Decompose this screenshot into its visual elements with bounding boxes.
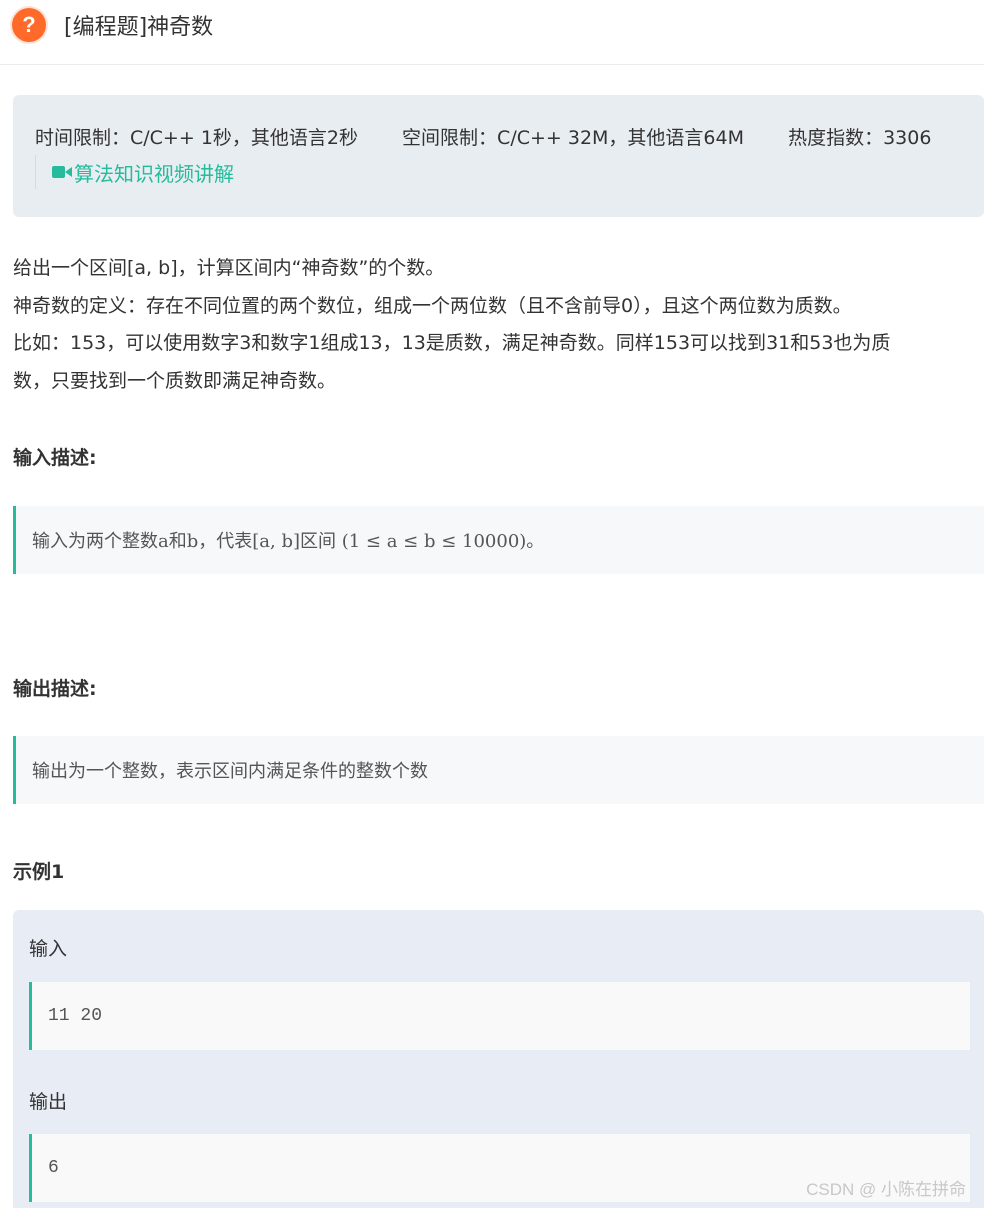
output-description-title: 输出描述:	[13, 678, 97, 700]
problem-description: 给出一个区间[a, b]，计算区间内“神奇数”的个数。 神奇数的定义：存在不同位…	[13, 250, 973, 400]
video-link-label[interactable]: 算法知识视频讲解	[74, 158, 234, 187]
problem-header: ? [编程题]神奇数	[0, 0, 984, 65]
heat-index: 热度指数：3306	[788, 127, 932, 149]
limits-line: 时间限制：C/C++ 1秒，其他语言2秒 空间限制：C/C++ 32M，其他语言…	[35, 123, 931, 150]
example-input-label: 输入	[29, 938, 68, 960]
csdn-watermark: CSDN @ 小陈在拼命	[806, 1180, 966, 1199]
question-icon: ?	[12, 8, 46, 42]
input-description-title: 输入描述:	[13, 447, 97, 469]
description-line: 给出一个区间[a, b]，计算区间内“神奇数”的个数。	[13, 257, 445, 279]
problem-page: ? [编程题]神奇数 时间限制：C/C++ 1秒，其他语言2秒 空间限制：C/C…	[0, 0, 984, 1208]
limits-panel: 时间限制：C/C++ 1秒，其他语言2秒 空间限制：C/C++ 32M，其他语言…	[13, 95, 984, 217]
example-panel: 输入 11 20 输出 6	[13, 910, 984, 1208]
video-camera-icon	[52, 164, 72, 180]
input-description-content: 输入为两个整数a和b，代表[a, b]区间 (1 ≤ a ≤ b ≤ 10000…	[13, 506, 984, 574]
output-description-content: 输出为一个整数，表示区间内满足条件的整数个数	[13, 736, 984, 804]
example-title: 示例1	[13, 861, 65, 883]
example-input-code[interactable]: 11 20	[29, 982, 970, 1050]
video-explanation-link[interactable]: 算法知识视频讲解	[35, 155, 234, 189]
problem-title: [编程题]神奇数	[64, 15, 214, 40]
description-line: 数，只要找到一个质数即满足神奇数。	[13, 369, 337, 392]
space-limit: 空间限制：C/C++ 32M，其他语言64M	[402, 127, 745, 149]
description-line: 比如：153，可以使用数字3和数字1组成13，13是质数，满足神奇数。同样153…	[13, 332, 891, 354]
description-line: 神奇数的定义：存在不同位置的两个数位，组成一个两位数（且不含前导0），且这个两位…	[13, 294, 852, 317]
example-output-label: 输出	[29, 1091, 68, 1113]
time-limit: 时间限制：C/C++ 1秒，其他语言2秒	[35, 127, 358, 149]
